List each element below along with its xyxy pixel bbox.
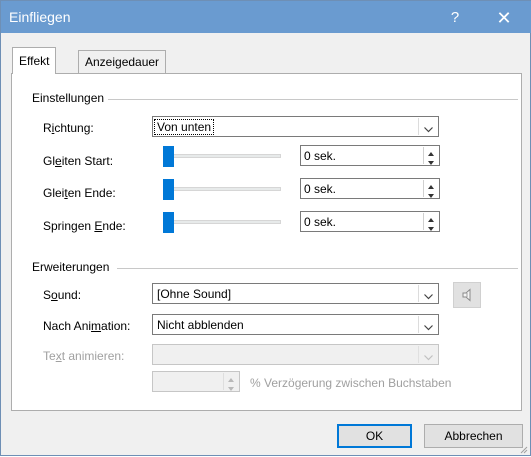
title-bar[interactable]: Einfliegen ? ✕ [1, 1, 531, 33]
cancel-button[interactable]: Abbrechen [424, 424, 523, 448]
sound-value: [Ohne Sound] [157, 287, 232, 301]
spin-up-icon[interactable] [424, 213, 438, 222]
group-divider-einstellungen [108, 99, 518, 100]
richtung-label: Richtung: [43, 121, 94, 135]
spinner-buttons [423, 213, 438, 231]
gleiten-start-slider-track[interactable] [163, 154, 281, 158]
group-title-einstellungen: Einstellungen [32, 91, 109, 105]
resize-grip-icon[interactable] [518, 443, 528, 454]
text-animieren-label: Text animieren: [43, 349, 125, 363]
spin-down-icon[interactable] [424, 156, 438, 165]
spin-up-icon[interactable] [424, 147, 438, 156]
spinner-buttons [423, 147, 438, 165]
springen-ende-slider-thumb[interactable] [163, 212, 174, 233]
spin-up-icon[interactable] [224, 373, 238, 382]
spinner-buttons [423, 180, 438, 198]
help-icon[interactable]: ? [441, 7, 469, 29]
tab-anzeigedauer[interactable]: Anzeigedauer [78, 50, 167, 74]
gleiten-start-value: 0 sek. [304, 149, 337, 163]
chevron-down-icon[interactable] [418, 285, 437, 302]
gleiten-ende-spinner[interactable]: 0 sek. [300, 178, 440, 199]
chevron-down-icon[interactable] [418, 118, 437, 135]
sound-preview-button[interactable] [453, 282, 481, 308]
springen-ende-slider-track[interactable] [163, 220, 281, 224]
verzoegerung-label: % Verzögerung zwischen Buchstaben [250, 376, 452, 390]
chevron-down-icon[interactable] [418, 346, 437, 363]
tab-anzeigedauer-label: Anzeigedauer [85, 55, 160, 69]
gleiten-ende-slider-track[interactable] [163, 187, 281, 191]
sound-select[interactable]: [Ohne Sound] [152, 283, 439, 304]
springen-ende-value: 0 sek. [304, 215, 337, 229]
ok-button[interactable]: OK [337, 424, 412, 448]
group-title-erweiterungen: Erweiterungen [32, 260, 114, 274]
springen-ende-label: Springen Ende: [43, 219, 126, 233]
chevron-down-icon[interactable] [418, 316, 437, 333]
spin-down-icon[interactable] [224, 382, 238, 391]
richtung-value: Von unten [153, 119, 215, 135]
gleiten-start-label: Gleiten Start: [43, 154, 114, 168]
gleiten-start-slider-thumb[interactable] [163, 146, 174, 167]
nach-animation-label: Nach Animation: [43, 319, 131, 333]
gleiten-start-spinner[interactable]: 0 sek. [300, 145, 440, 166]
gleiten-ende-value: 0 sek. [304, 182, 337, 196]
spin-up-icon[interactable] [424, 180, 438, 189]
spin-down-icon[interactable] [424, 222, 438, 231]
nach-animation-value: Nicht abblenden [157, 318, 244, 332]
text-animieren-select[interactable] [152, 344, 439, 365]
gleiten-ende-slider-thumb[interactable] [163, 179, 174, 200]
speaker-icon [460, 287, 476, 306]
close-icon[interactable]: ✕ [489, 7, 519, 29]
tab-effekt[interactable]: Effekt [12, 47, 57, 74]
group-divider-erweiterungen [117, 268, 518, 269]
spin-down-icon[interactable] [424, 189, 438, 198]
window-title: Einfliegen [9, 9, 71, 25]
tab-effekt-label: Effekt [19, 54, 50, 68]
tab-panel-effekt: Einstellungen Richtung: Von unten Gleite… [11, 73, 522, 411]
verzoegerung-spinner[interactable] [152, 371, 240, 392]
richtung-select[interactable]: Von unten [152, 116, 439, 137]
spinner-buttons [223, 373, 238, 391]
nach-animation-select[interactable]: Nicht abblenden [152, 314, 439, 335]
springen-ende-spinner[interactable]: 0 sek. [300, 211, 440, 232]
gleiten-ende-label: Gleiten Ende: [43, 186, 116, 200]
sound-label: Sound: [43, 288, 82, 302]
dialog-window: Einfliegen ? ✕ Effekt Anzeigedauer Einst… [0, 0, 531, 456]
